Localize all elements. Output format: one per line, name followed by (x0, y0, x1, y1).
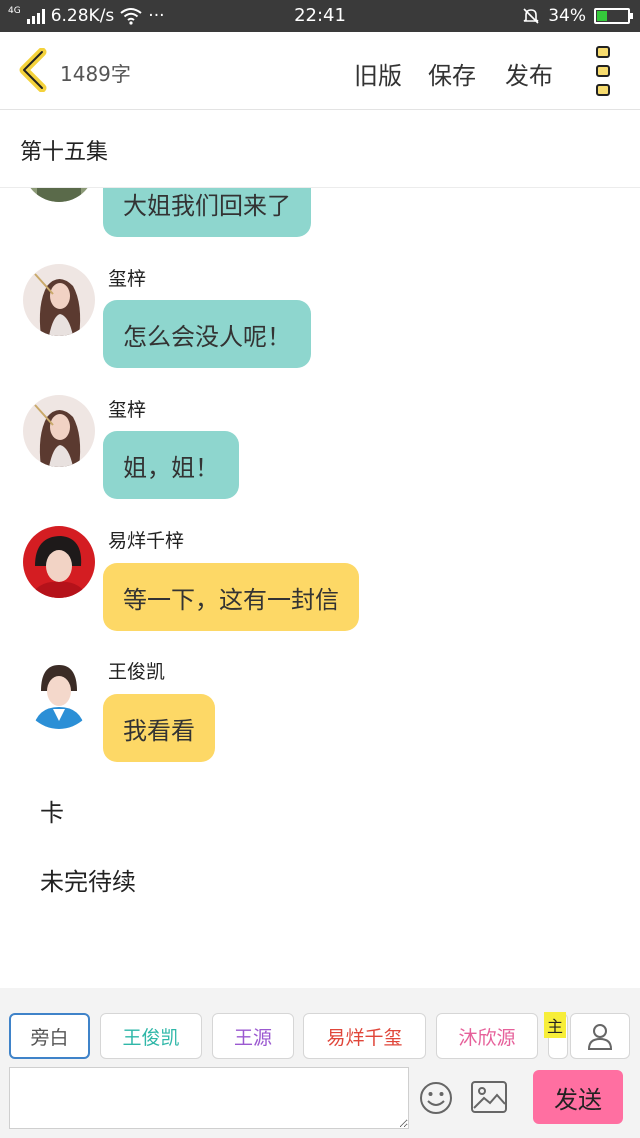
send-label: 发送 (554, 1085, 602, 1114)
role-button-wang-yuan[interactable]: 王源 (212, 1013, 294, 1059)
avatar-xizi[interactable] (23, 264, 95, 336)
role-label: 沐欣源 (458, 1026, 516, 1049)
role-button-yiyang-qianxi[interactable]: 易烊千玺 (303, 1013, 426, 1059)
avatar-yiyang-qianzi[interactable] (23, 526, 95, 598)
speaker-name: 王俊凯 (108, 661, 166, 683)
role-label: 旁白 (30, 1026, 69, 1049)
message-text: 姐，姐！ (123, 453, 219, 482)
speaker-name: 玺梓 (108, 399, 147, 421)
message-bubble: 姐，姐！ (103, 431, 239, 499)
role-button-narrator[interactable]: 旁白 (9, 1013, 90, 1059)
chapter-title-bar[interactable]: 第十五集 (0, 110, 640, 188)
battery-fill (597, 11, 607, 21)
editor-header: 1489字 旧版 保存 发布 (0, 32, 640, 110)
message-bubble: 我看看 (103, 694, 215, 762)
speaker-name: 易烊千梓 (108, 530, 185, 552)
save-button[interactable]: 保存 (428, 56, 476, 91)
publish-button[interactable]: 发布 (505, 56, 553, 91)
message-text: 怎么会没人呢！ (123, 322, 291, 351)
story-content[interactable]: 大姐我们回来了 玺梓 怎么会没人呢！ 玺梓 姐，姐！ 易烊千梓 等一下，这有一封… (0, 188, 640, 988)
send-button[interactable]: 发送 (533, 1070, 623, 1124)
message-text: 我看看 (123, 716, 195, 745)
message-bubble: 大姐我们回来了 (103, 188, 311, 237)
back-arrow-icon[interactable] (14, 48, 54, 92)
role-button-wang-junkai[interactable]: 王俊凯 (100, 1013, 202, 1059)
emoji-icon[interactable] (418, 1080, 454, 1116)
message-bubble: 等一下，这有一封信 (103, 563, 359, 631)
avatar-character-girl (23, 188, 95, 202)
user-icon (587, 1024, 613, 1050)
input-toolbar: 旁白 王俊凯 王源 易烊千玺 沐欣源 主 发送 (0, 988, 640, 1138)
message-text: 大姐我们回来了 (123, 191, 291, 220)
message-bubble: 怎么会没人呢！ (103, 300, 311, 368)
battery-percent: 34% (548, 6, 586, 26)
more-menu-icon[interactable] (596, 46, 614, 96)
role-button-mu-xinyuan[interactable]: 沐欣源 (436, 1013, 538, 1059)
role-label: 王俊凯 (122, 1026, 180, 1049)
chapter-title: 第十五集 (20, 140, 109, 165)
silent-bell-icon (523, 8, 539, 24)
narration-text: 未完待续 (40, 868, 136, 896)
add-role-button[interactable] (570, 1013, 630, 1059)
role-label: 王源 (233, 1026, 272, 1049)
battery-icon (594, 8, 633, 24)
message-input[interactable] (9, 1067, 409, 1129)
avatar-wang-junkai[interactable] (23, 657, 95, 729)
message-text: 等一下，这有一封信 (123, 585, 339, 614)
role-label: 易烊千玺 (326, 1026, 403, 1049)
word-count: 1489字 (60, 62, 131, 86)
narration-text: 卡 (40, 799, 64, 827)
image-icon[interactable] (470, 1080, 508, 1114)
speaker-name: 玺梓 (108, 268, 147, 290)
status-bar: 4G 6.28K/s ··· 22:41 34% (0, 0, 640, 32)
old-version-button[interactable]: 旧版 (354, 56, 402, 91)
main-role-tag: 主 (544, 1012, 566, 1038)
avatar-xizi[interactable] (23, 395, 95, 467)
